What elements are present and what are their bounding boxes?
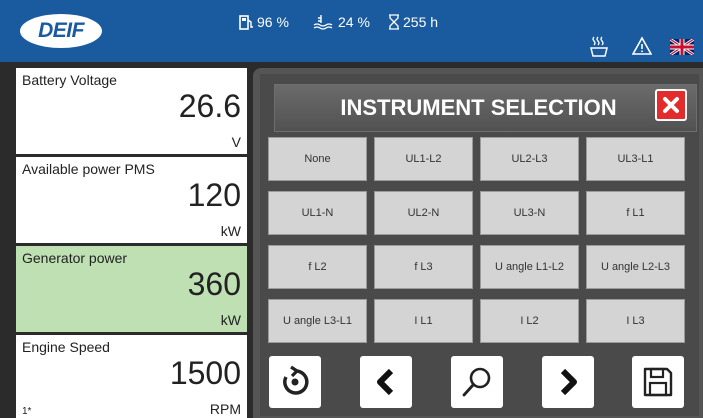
panel-title: Available power PMS xyxy=(22,161,155,177)
top-bar: DEIF 96 % 24 % 255 h xyxy=(0,0,703,62)
option-ul2-l3[interactable]: UL2-L3 xyxy=(480,137,579,181)
option-u-angle-l3-l1[interactable]: U angle L3-L1 xyxy=(268,299,367,343)
option-ul1-n[interactable]: UL1-N xyxy=(268,191,367,235)
save-button[interactable] xyxy=(632,356,684,408)
search-icon xyxy=(462,367,491,397)
refresh-icon xyxy=(283,365,309,395)
instrument-panel-available-power[interactable]: Available power PMS 120 kW xyxy=(16,157,247,243)
dialog-title: INSTRUMENT SELECTION xyxy=(340,95,617,120)
close-button[interactable] xyxy=(655,89,687,121)
hourglass-icon xyxy=(389,14,399,30)
fuel-status: 96 % xyxy=(238,14,289,30)
panel-unit: kW xyxy=(220,312,241,328)
warning-icon[interactable] xyxy=(632,36,652,56)
panel-unit: V xyxy=(231,134,241,150)
close-icon xyxy=(663,97,679,113)
coolant-status: 24 % xyxy=(313,14,370,30)
logo-text: DEIF xyxy=(38,19,84,42)
instrument-panel-generator-power[interactable]: Generator power 360 kW xyxy=(16,246,247,332)
instrument-panel-engine-speed[interactable]: Engine Speed 1500 RPM 1* xyxy=(16,335,247,418)
uk-flag-icon[interactable] xyxy=(670,39,694,55)
fuel-icon xyxy=(239,15,253,30)
option-ul1-l2[interactable]: UL1-L2 xyxy=(374,137,473,181)
option-ul3-l1[interactable]: UL3-L1 xyxy=(586,137,685,181)
dialog-title-bar: INSTRUMENT SELECTION xyxy=(274,84,697,132)
option-none[interactable]: None xyxy=(268,137,367,181)
panel-unit: RPM xyxy=(209,401,241,417)
next-button[interactable] xyxy=(542,356,594,408)
option-ul2-n[interactable]: UL2-N xyxy=(374,191,473,235)
heater-icon xyxy=(590,36,608,57)
save-icon xyxy=(643,367,673,397)
refresh-button[interactable] xyxy=(269,356,321,408)
panel-value: 360 xyxy=(187,266,241,302)
option-i-l3[interactable]: I L3 xyxy=(586,299,685,343)
panel-value: 26.6 xyxy=(178,88,241,124)
panel-title: Engine Speed xyxy=(22,339,110,355)
option-i-l1[interactable]: I L1 xyxy=(374,299,473,343)
coolant-level: 24 % xyxy=(338,14,370,30)
page-indicator: 1* xyxy=(22,406,32,417)
chevron-right-icon xyxy=(560,368,577,396)
previous-button[interactable] xyxy=(360,356,412,408)
option-f-l1[interactable]: f L1 xyxy=(586,191,685,235)
running-hours: 255 h xyxy=(403,14,439,30)
panel-title: Generator power xyxy=(22,250,128,266)
instrument-panel-battery-voltage[interactable]: Battery Voltage 26.6 V xyxy=(16,68,247,154)
dialog-body: INSTRUMENT SELECTION None UL1-L2 UL2-L3 … xyxy=(260,74,699,416)
panel-value: 120 xyxy=(187,177,241,213)
panel-title: Battery Voltage xyxy=(22,72,117,88)
fuel-level: 96 % xyxy=(257,14,289,30)
instrument-selection-dialog: INSTRUMENT SELECTION None UL1-L2 UL2-L3 … xyxy=(253,68,703,418)
option-f-l2[interactable]: f L2 xyxy=(268,245,367,289)
option-u-angle-l2-l3[interactable]: U angle L2-L3 xyxy=(586,245,685,289)
chevron-left-icon xyxy=(377,368,394,396)
search-button[interactable] xyxy=(451,356,503,408)
coolant-icon xyxy=(313,15,333,30)
panel-unit: kW xyxy=(220,223,241,239)
deif-logo: DEIF xyxy=(20,14,102,48)
option-ul3-n[interactable]: UL3-N xyxy=(480,191,579,235)
option-f-l3[interactable]: f L3 xyxy=(374,245,473,289)
panel-value: 1500 xyxy=(169,355,241,391)
option-i-l2[interactable]: I L2 xyxy=(480,299,579,343)
option-u-angle-l1-l2[interactable]: U angle L1-L2 xyxy=(480,245,579,289)
running-hours-status: 255 h xyxy=(388,14,438,30)
